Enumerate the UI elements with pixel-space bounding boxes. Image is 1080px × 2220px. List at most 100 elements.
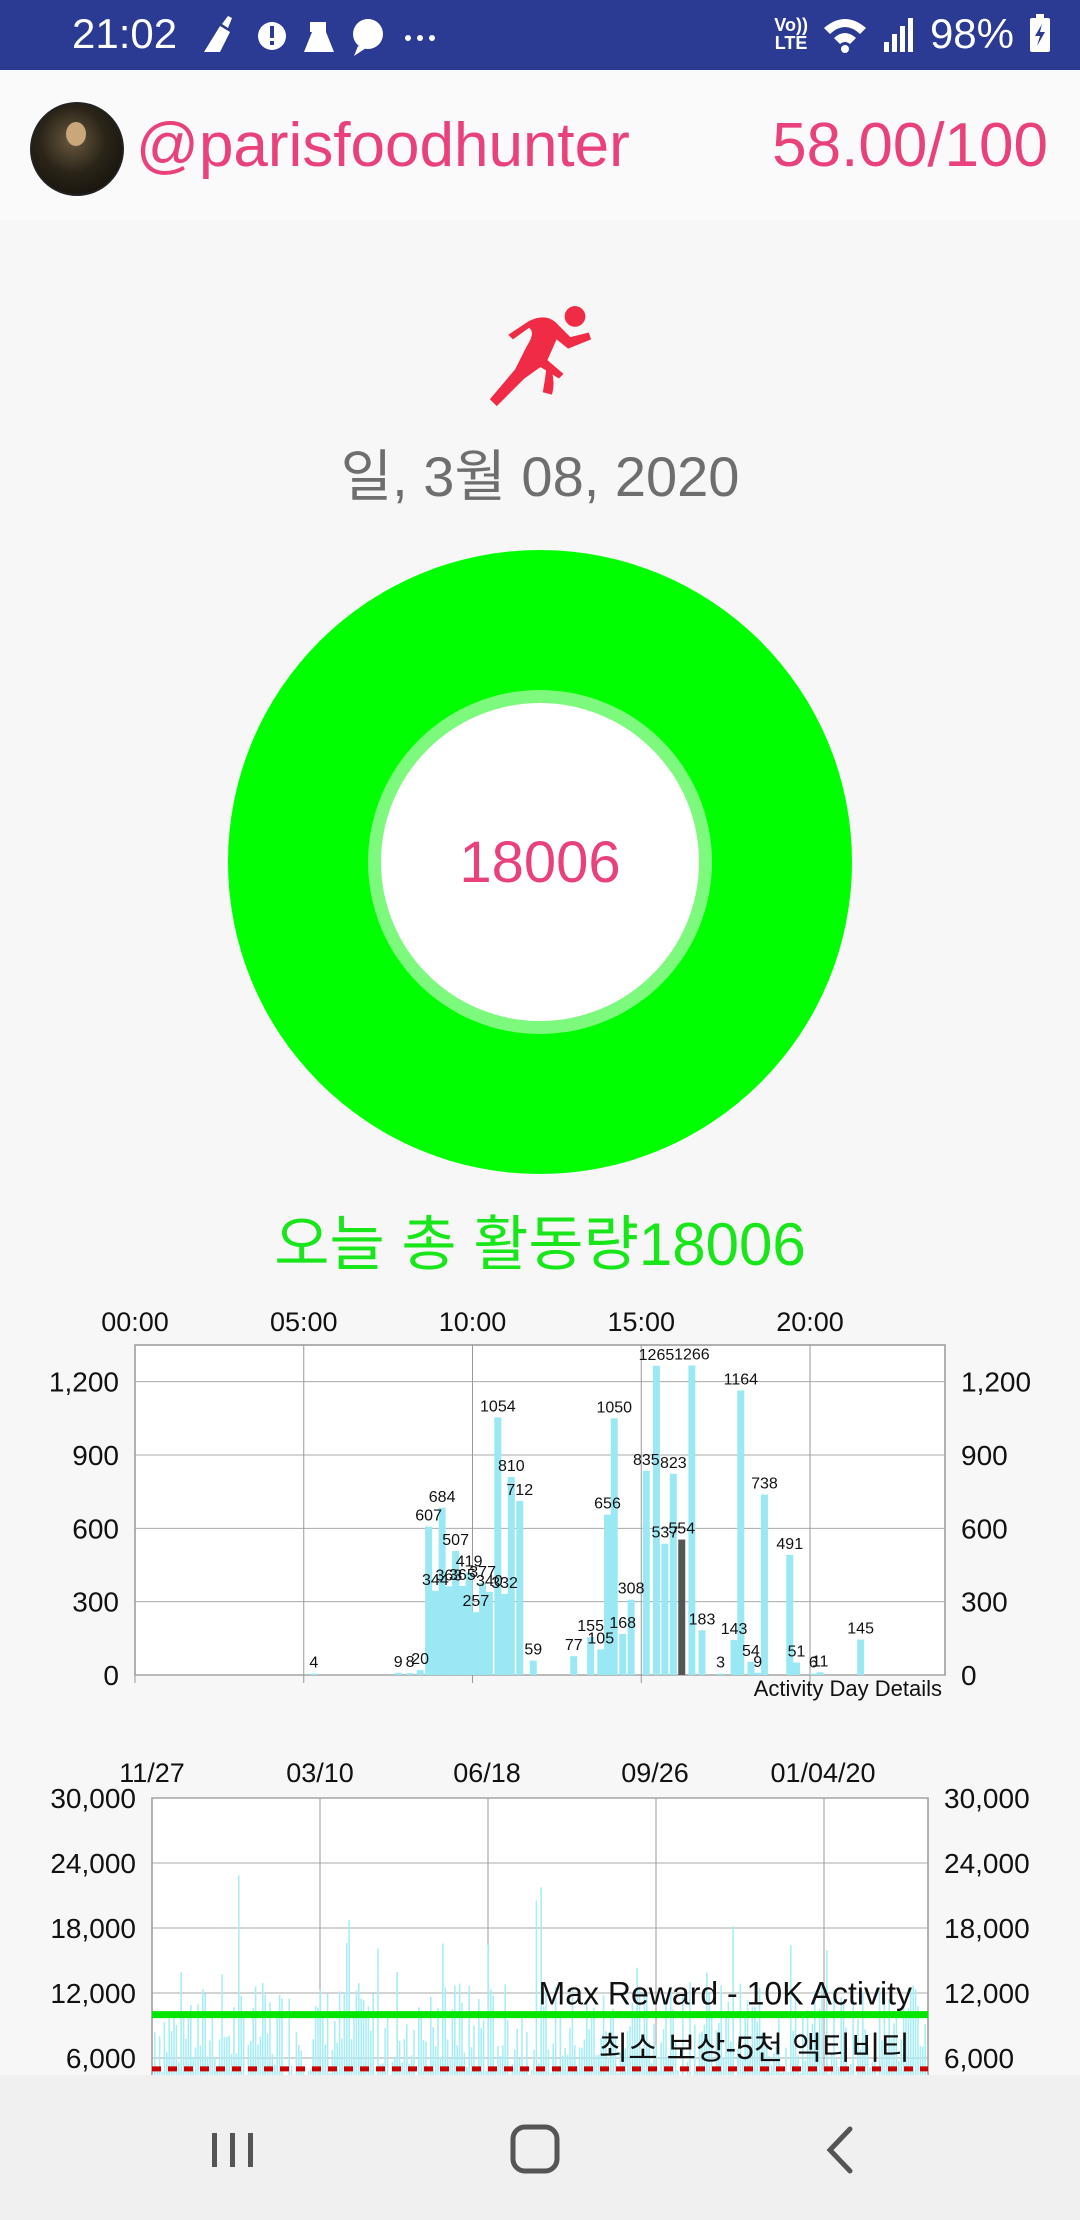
y-tick-label-right: 0 <box>961 1660 977 1691</box>
y-tick-label-right: 300 <box>961 1587 1008 1618</box>
y-tick-label-left: 600 <box>72 1513 119 1544</box>
history-bar <box>370 2030 372 2080</box>
history-bar <box>358 1983 360 2080</box>
bar[interactable] <box>406 1673 414 1675</box>
history-bar <box>218 2039 221 2080</box>
y-tick-label-left: 900 <box>72 1440 119 1471</box>
y-tick-label-left: 18,000 <box>50 1913 136 1944</box>
bar[interactable] <box>730 1640 738 1675</box>
bar[interactable] <box>760 1494 768 1675</box>
history-bar <box>226 2036 228 2080</box>
bar[interactable] <box>416 1670 424 1675</box>
bar[interactable] <box>619 1633 627 1675</box>
bar[interactable] <box>669 1473 677 1675</box>
history-bar <box>912 1985 914 2080</box>
history-bar <box>228 2035 230 2080</box>
history-bar <box>295 2032 298 2080</box>
bar[interactable] <box>570 1656 578 1675</box>
y-tick-label-right: 1,200 <box>961 1367 1031 1398</box>
history-bar <box>588 2029 590 2080</box>
bar-value-label: 607 <box>415 1508 442 1525</box>
history-bar <box>312 2039 314 2080</box>
bar[interactable] <box>698 1630 706 1675</box>
history-bar <box>454 1985 456 2080</box>
broom-icon <box>204 16 232 52</box>
bar-value-label: 684 <box>429 1489 456 1506</box>
bar[interactable] <box>857 1639 865 1675</box>
history-bar <box>924 2024 926 2080</box>
chart-annotation: Activity Day Details <box>754 1676 942 1701</box>
bar-value-label: 656 <box>594 1496 621 1513</box>
history-bar <box>914 1989 917 2080</box>
history-bar <box>437 2008 439 2080</box>
history-bar <box>211 2016 214 2080</box>
history-bar <box>396 1971 398 2080</box>
history-bar <box>468 1985 470 2080</box>
bar-value-label: 4 <box>309 1655 318 1672</box>
history-bar <box>254 1986 257 2080</box>
bar[interactable] <box>394 1672 402 1675</box>
bar[interactable] <box>472 1612 480 1675</box>
bar[interactable] <box>431 1590 439 1675</box>
x-tick-label: 20:00 <box>776 1307 844 1337</box>
y-tick-label-right: 24,000 <box>944 1848 1030 1879</box>
notification-icons <box>204 16 435 56</box>
x-tick-label: 03/10 <box>286 1758 354 1788</box>
history-bar <box>432 2027 434 2080</box>
bar-value-label: 20 <box>411 1651 429 1668</box>
bar-value-label: 105 <box>587 1630 614 1647</box>
y-tick-label-left: 0 <box>103 1660 119 1691</box>
bar[interactable] <box>445 1586 453 1675</box>
notification-app-icon <box>304 22 334 52</box>
home-icon[interactable] <box>495 2115 575 2185</box>
bar-value-label: 9 <box>394 1654 403 1671</box>
bar-value-label: 1266 <box>674 1347 710 1364</box>
history-bar <box>322 2017 324 2080</box>
bar[interactable] <box>494 1417 502 1675</box>
history-bar <box>406 2024 408 2080</box>
history-bar <box>266 2033 269 2080</box>
username[interactable]: @parisfoodhunter <box>136 110 630 181</box>
history-bar <box>446 2039 449 2080</box>
bar[interactable] <box>661 1543 669 1675</box>
y-tick-label-left: 1,200 <box>49 1367 119 1398</box>
history-bar <box>413 2029 415 2080</box>
bar[interactable] <box>501 1593 509 1675</box>
bar[interactable] <box>809 1673 817 1676</box>
bar-value-label: 712 <box>506 1482 533 1499</box>
back-icon[interactable] <box>800 2115 880 2185</box>
bar[interactable] <box>793 1662 800 1675</box>
bar-value-label: 77 <box>565 1637 583 1654</box>
bar[interactable] <box>604 1514 611 1675</box>
bar[interactable] <box>627 1599 635 1675</box>
history-bar <box>338 1991 341 2080</box>
bar-value-label: 257 <box>463 1593 490 1610</box>
bar[interactable] <box>717 1673 725 1676</box>
bar[interactable] <box>652 1365 660 1675</box>
x-tick-label: 10:00 <box>439 1307 507 1337</box>
history-activity-chart: 11/27 03/10 06/18 09/26 01/04/20 30,000 30,00… <box>50 1758 1030 2080</box>
bar-value-label: 51 <box>788 1644 806 1661</box>
history-bar <box>418 2007 420 2080</box>
bar[interactable] <box>642 1470 650 1675</box>
history-bar <box>221 1974 223 2080</box>
y-tick-label-left: 6,000 <box>66 2043 136 2074</box>
bar[interactable] <box>465 1572 473 1675</box>
x-tick-label: 00:00 <box>101 1307 169 1337</box>
bar[interactable] <box>816 1672 824 1675</box>
bar[interactable] <box>678 1539 686 1675</box>
bar[interactable] <box>529 1660 537 1675</box>
bar[interactable] <box>754 1672 762 1675</box>
plot-area <box>134 1344 946 1676</box>
history-bar <box>170 2031 173 2080</box>
bar[interactable] <box>310 1673 318 1676</box>
history-bar <box>420 2012 422 2080</box>
profile-header: @parisfoodhunter 58.00/100 <box>0 70 1080 220</box>
y-tick-label-left: 12,000 <box>50 1978 136 2009</box>
max-reward-label: Max Reward - 10K Activity <box>539 1976 912 2012</box>
avatar[interactable] <box>30 102 124 196</box>
recent-apps-icon[interactable] <box>192 2115 272 2185</box>
bar[interactable] <box>597 1649 605 1675</box>
bar-value-label: 11 <box>812 1653 829 1670</box>
signal-icon <box>883 18 913 52</box>
